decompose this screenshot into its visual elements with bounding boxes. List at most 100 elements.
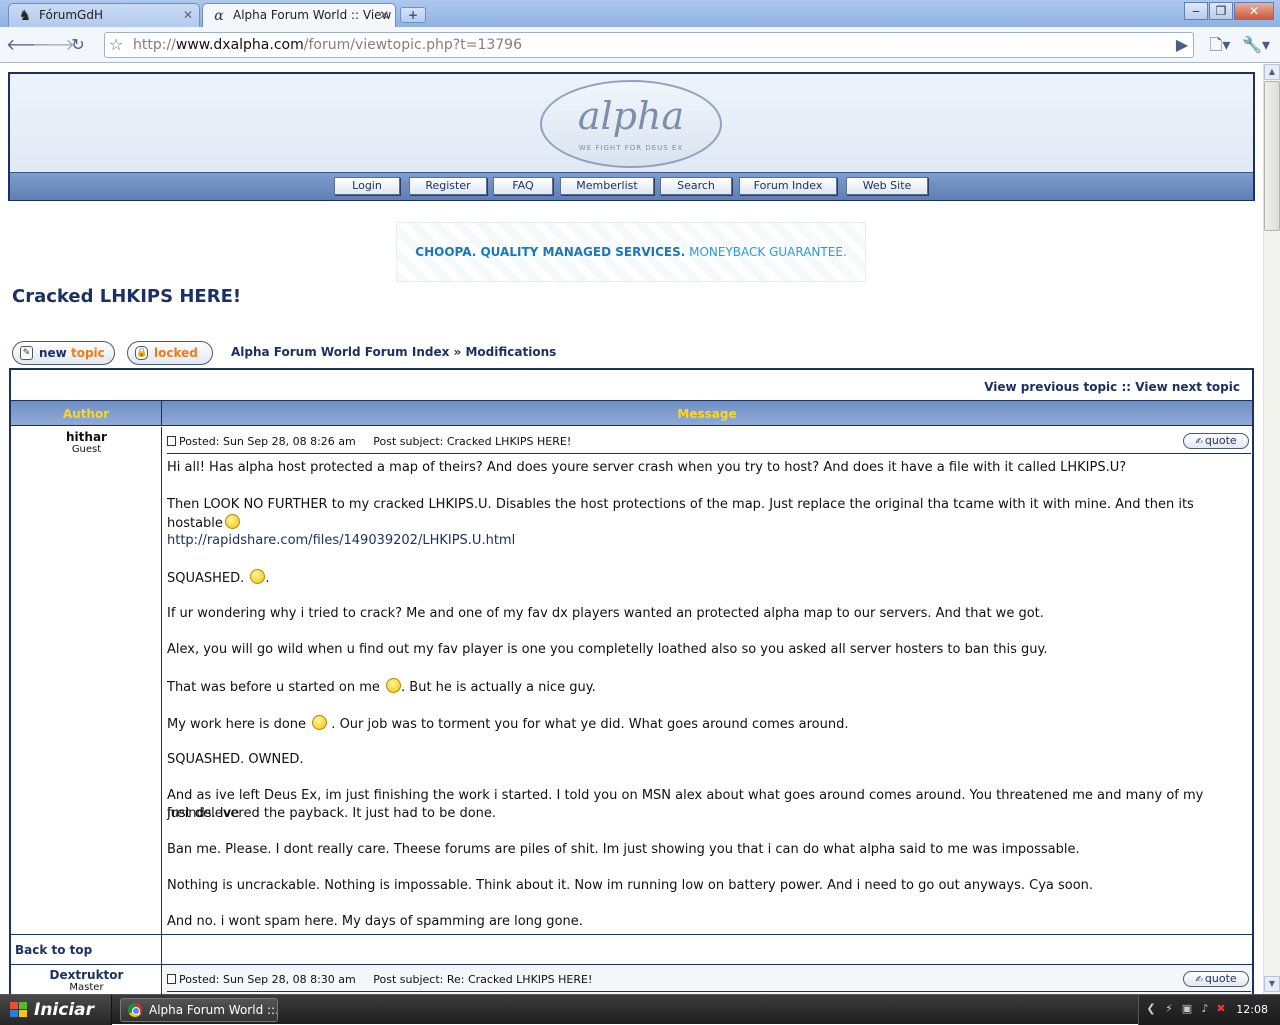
post-text-line: My work here is done . Our job was to to… [167,715,849,732]
clock: 12:08 [1236,1003,1268,1016]
wrench-menu-icon[interactable]: 🔧▾ [1240,33,1272,57]
smiley-icon [250,569,266,584]
post-text-line: That was before u started on me . But he… [167,678,596,695]
tab-label: Alpha Forum World :: View ... [233,8,396,22]
post-text-line: just delevered the payback. It just had … [167,806,497,821]
nav-memberlist-button[interactable]: Memberlist [560,177,654,195]
scroll-up-arrow-icon[interactable]: ▲ [1264,64,1280,80]
nav-register-button[interactable]: Register [409,177,487,195]
post-icon [167,436,176,446]
breadcrumb-modifications-link[interactable]: Modifications [465,345,556,359]
smiley-icon [386,678,402,693]
back-to-top-link[interactable]: Back to top [15,943,92,957]
author-name[interactable]: hithar [11,430,162,444]
new-topic-button[interactable]: ✎ new topic [12,341,115,365]
back-arrow-icon[interactable]: 🡐 [6,33,49,57]
go-arrow-icon[interactable]: ▶ [1170,33,1194,57]
url-text: http://www.dxalpha.com/forum/viewtopic.p… [133,37,522,53]
tray-monitor-icon[interactable]: ▣ [1181,1003,1193,1015]
breadcrumb-forum-index-link[interactable]: Alpha Forum World Forum Index [231,345,449,359]
new-tab-button[interactable]: + [400,7,426,23]
tray-volume-icon[interactable]: ♪ [1199,1003,1211,1015]
locked-button[interactable]: 🔒 locked [127,341,213,365]
nav-faq-button[interactable]: FAQ [493,177,553,195]
new-topic-icon: ✎ [20,346,33,360]
page-scrollbar[interactable]: ▲ ▼ [1263,64,1280,994]
previous-topic-link[interactable]: View previous topic [984,380,1117,394]
post-text-line: Nothing is uncrackable. Nothing is impos… [167,878,1094,893]
tray-expand-icon[interactable]: ❮ [1145,1003,1157,1015]
back-to-top-cell: Back to top [11,935,162,964]
scroll-down-arrow-icon[interactable]: ▼ [1264,976,1280,992]
breadcrumb: Alpha Forum World Forum Index » Modifica… [231,345,557,359]
post-subject: Post subject: Re: Cracked LHKIPS HERE! [373,973,593,986]
nav-search-button[interactable]: Search [660,177,732,195]
address-bar[interactable]: ☆ http://www.dxalpha.com/forum/viewtopic… [104,32,1194,58]
nav-login-button[interactable]: Login [334,177,400,195]
choopa-ad-banner[interactable]: CHOOPA. QUALITY MANAGED SERVICES. MONEYB… [396,222,866,282]
logo-text: alpha [577,94,685,138]
lock-icon: 🔒 [135,346,148,360]
topic-nav-row: View previous topic :: View next topic [11,370,1252,400]
post-header: Posted: Sun Sep 28, 08 8:26 am Post subj… [167,435,571,448]
forum-nav-bar: Login Register FAQ Memberlist Search For… [10,172,1253,200]
windows-taskbar: Iniciar Alpha Forum World ::... ❮ ⚡ ▣ ♪ … [0,994,1280,1025]
close-tab-icon[interactable]: ✕ [379,4,389,26]
tab-alpha-forum[interactable]: α Alpha Forum World :: View ... ✕ [202,3,396,27]
next-topic-link[interactable]: View next topic [1135,380,1240,394]
close-window-button[interactable]: ✕ [1234,2,1274,20]
quote-button[interactable]: ✍ quote [1183,433,1249,449]
system-tray: ❮ ⚡ ▣ ♪ ✖ 12:08 [1138,995,1280,1025]
forum-favicon-icon: ♞ [18,8,32,24]
quote-button[interactable]: ✍ quote [1183,971,1249,987]
logo-tagline: WE FIGHT FOR DEUS EX [578,144,684,152]
tab-forumgdh[interactable]: ♞ FórumGdH ✕ [8,3,200,27]
post-author-cell: Dextruktor Master [11,965,162,994]
post-text-line: Then LOOK NO FURTHER to my cracked LHKIP… [167,497,1194,531]
message-column-header: Message [677,407,737,421]
post-icon [167,974,176,984]
minimize-button[interactable]: ‒ [1184,2,1208,20]
windows-flag-icon [10,1002,28,1018]
post-text-line: Hi all! Has alpha host protected a map o… [167,460,1127,475]
restore-button[interactable]: ❐ [1209,2,1233,20]
scroll-thumb[interactable] [1264,81,1280,231]
post-header: Posted: Sun Sep 28, 08 8:30 am Post subj… [167,973,592,986]
browser-tab-strip: ♞ FórumGdH ✕ α Alpha Forum World :: View… [0,0,1280,27]
alpha-logo[interactable]: alpha WE FIGHT FOR DEUS EX [540,80,722,168]
post-message-cell: Posted: Sun Sep 28, 08 8:26 am Post subj… [163,427,1252,934]
start-button[interactable]: Iniciar [0,995,112,1025]
taskbar-chrome-window[interactable]: Alpha Forum World ::... [120,998,278,1022]
topic-title[interactable]: Cracked LHKIPS HERE! [12,286,241,307]
nav-forum-index-button[interactable]: Forum Index [739,177,837,195]
forward-arrow-icon[interactable]: 🡒 [32,33,75,57]
tray-network-icon[interactable]: ⚡ [1163,1003,1175,1015]
post-text-line: SQUASHED. . [167,569,270,586]
post-text-line: And no. i wont spam here. My days of spa… [167,914,583,929]
posts-table: View previous topic :: View next topic A… [9,368,1254,994]
post-text-line: If ur wondering why i tried to crack? Me… [167,606,1044,621]
post-author-cell: hithar Guest [11,427,162,934]
page-menu-icon[interactable]: 🗋▾ [1206,33,1234,57]
wink-smiley-icon [312,715,328,730]
rapidshare-link[interactable]: http://rapidshare.com/files/149039202/LH… [167,532,1251,550]
author-rank: Master [69,982,104,993]
bookmark-star-icon[interactable]: ☆ [109,35,123,54]
quote-icon: ✍ [1195,437,1203,447]
nav-web-site-button[interactable]: Web Site [846,177,928,195]
smiley-icon [224,514,240,529]
close-tab-icon[interactable]: ✕ [183,4,193,26]
post-date: Posted: Sun Sep 28, 08 8:30 am [179,973,356,986]
author-name[interactable]: Dextruktor [11,968,162,982]
post-date: Posted: Sun Sep 28, 08 8:26 am [179,435,356,448]
forum-header: alpha WE FIGHT FOR DEUS EX Login Registe… [8,72,1255,201]
tray-security-icon[interactable]: ✖ [1215,1003,1227,1015]
author-rank: Guest [71,444,102,455]
quote-icon: ✍ [1195,975,1203,985]
web-page: alpha WE FIGHT FOR DEUS EX Login Registe… [0,64,1262,994]
post-subject: Post subject: Cracked LHKIPS HERE! [373,435,572,448]
reload-icon[interactable]: ↻ [66,33,90,57]
banner-text: CHOOPA. QUALITY MANAGED SERVICES. MONEYB… [415,245,847,259]
tab-label: FórumGdH [39,8,103,22]
post-message-cell: Posted: Sun Sep 28, 08 8:30 am Post subj… [163,965,1252,994]
